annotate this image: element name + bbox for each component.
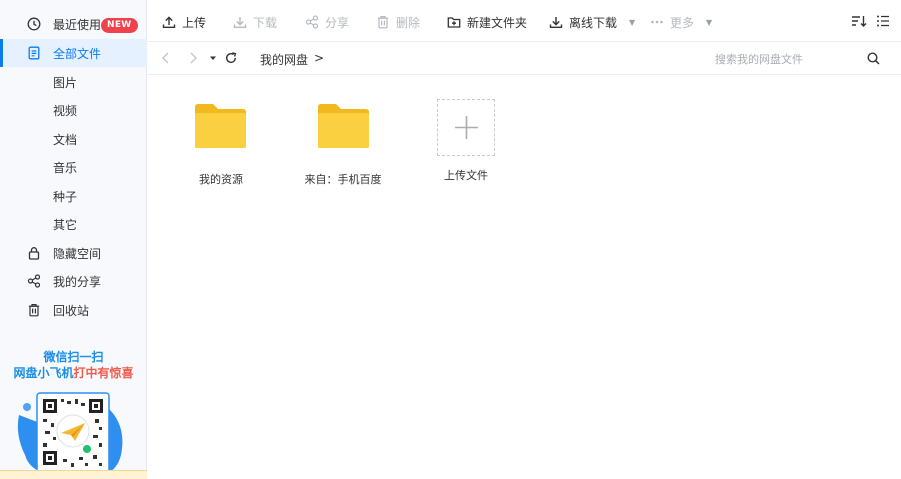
sidebar-item-label: 视频 [53, 104, 78, 118]
sidebar-item-my-shares[interactable]: 我的分享 [0, 267, 147, 295]
sidebar-item-label: 文档 [53, 133, 78, 147]
trash-icon [28, 304, 40, 317]
upload-button[interactable]: 上传 [162, 13, 206, 31]
sidebar-item-label: 音乐 [53, 161, 78, 175]
sidebar-item-recent[interactable]: 最近使用 NEW [0, 10, 147, 38]
sidebar-item-label: 我的分享 [53, 275, 102, 289]
sidebar-item-images[interactable]: 图片 [0, 68, 147, 96]
chevron-down-icon: ▼ [706, 17, 713, 27]
promo-line-1: 微信扫一扫 [43, 350, 104, 364]
sidebar-item-other[interactable]: 其它 [0, 210, 147, 238]
folder-name: 来自：手机百度 [304, 173, 382, 186]
sidebar-item-label: 最近使用 [53, 18, 102, 32]
refresh-icon[interactable] [224, 51, 238, 65]
address-bar: 我的网盘 > [147, 42, 901, 75]
more-icon [651, 20, 663, 24]
folder-plus-icon [447, 17, 461, 28]
upload-file-tile[interactable] [437, 99, 495, 156]
folder-icon [318, 104, 369, 148]
search-icon[interactable] [867, 52, 880, 65]
folder-icon [195, 104, 246, 148]
promo-line-2a: 网盘小飞机 [13, 366, 74, 380]
sidebar-item-label: 种子 [53, 190, 78, 204]
clock-icon [27, 17, 41, 31]
download-button[interactable]: 下载 [233, 13, 277, 31]
forward-arrow-icon[interactable] [186, 51, 200, 65]
chevron-down-icon: ▼ [629, 17, 636, 27]
sidebar: 最近使用 NEW 全部文件 图片 视频 文档 音乐 种子 其它 隐藏空间 我的分… [0, 0, 147, 479]
sidebar-item-all-files[interactable]: 全部文件 [0, 39, 147, 67]
lock-icon [28, 247, 40, 260]
toolbar: 上传 下载 分享 删除 新建文件夹 离线下载 ▼ 更多 ▼ [147, 0, 901, 42]
promo-line-2: 网盘小飞机打中有惊喜 [0, 364, 147, 381]
search-input[interactable] [715, 48, 865, 70]
delete-button[interactable]: 删除 [376, 13, 420, 31]
download-icon [233, 17, 247, 28]
offline-download-button[interactable]: 离线下载 ▼ [549, 13, 635, 31]
offline-download-label: 离线下载 [569, 15, 618, 30]
sidebar-item-label: 全部文件 [53, 47, 102, 61]
sidebar-item-torrents[interactable]: 种子 [0, 182, 147, 210]
upload-label: 上传 [182, 15, 207, 30]
sidebar-item-label: 隐藏空间 [53, 247, 102, 261]
download-label: 下载 [253, 15, 278, 30]
sidebar-item-hidden-space[interactable]: 隐藏空间 [0, 239, 147, 267]
sidebar-item-documents[interactable]: 文档 [0, 125, 147, 153]
share-icon [305, 15, 319, 29]
history-dropdown-icon[interactable] [208, 51, 218, 65]
share-label: 分享 [325, 15, 350, 30]
more-button[interactable]: 更多 ▼ [650, 13, 712, 31]
share-icon [27, 274, 41, 288]
sort-icon[interactable] [851, 14, 867, 28]
sidebar-item-music[interactable]: 音乐 [0, 153, 147, 181]
sidebar-bottom-bar [0, 470, 147, 479]
sidebar-item-videos[interactable]: 视频 [0, 96, 147, 124]
document-icon [28, 46, 40, 60]
back-arrow-icon[interactable] [159, 51, 173, 65]
share-button[interactable]: 分享 [305, 13, 349, 31]
sidebar-item-label: 回收站 [53, 304, 90, 318]
qr-code-image [17, 392, 123, 475]
trash-icon [377, 16, 389, 29]
breadcrumb-separator: > [314, 51, 325, 65]
upload-file-label: 上传文件 [444, 169, 488, 182]
new-folder-button[interactable]: 新建文件夹 [447, 13, 527, 31]
sidebar-item-label: 其它 [53, 218, 78, 232]
sidebar-item-label: 图片 [53, 76, 78, 90]
upload-icon [162, 16, 176, 28]
plus-icon [455, 116, 478, 139]
delete-label: 删除 [396, 15, 421, 30]
list-view-icon[interactable] [876, 14, 890, 28]
folder-name: 我的资源 [199, 173, 243, 186]
new-badge: NEW [101, 18, 138, 33]
sidebar-item-recycle-bin[interactable]: 回收站 [0, 296, 147, 324]
more-label: 更多 [670, 15, 695, 30]
breadcrumb-item[interactable]: 我的网盘 [260, 51, 308, 68]
download-icon [549, 17, 563, 28]
new-folder-label: 新建文件夹 [467, 15, 528, 30]
promo-line-2b: 打中有惊喜 [73, 366, 134, 380]
